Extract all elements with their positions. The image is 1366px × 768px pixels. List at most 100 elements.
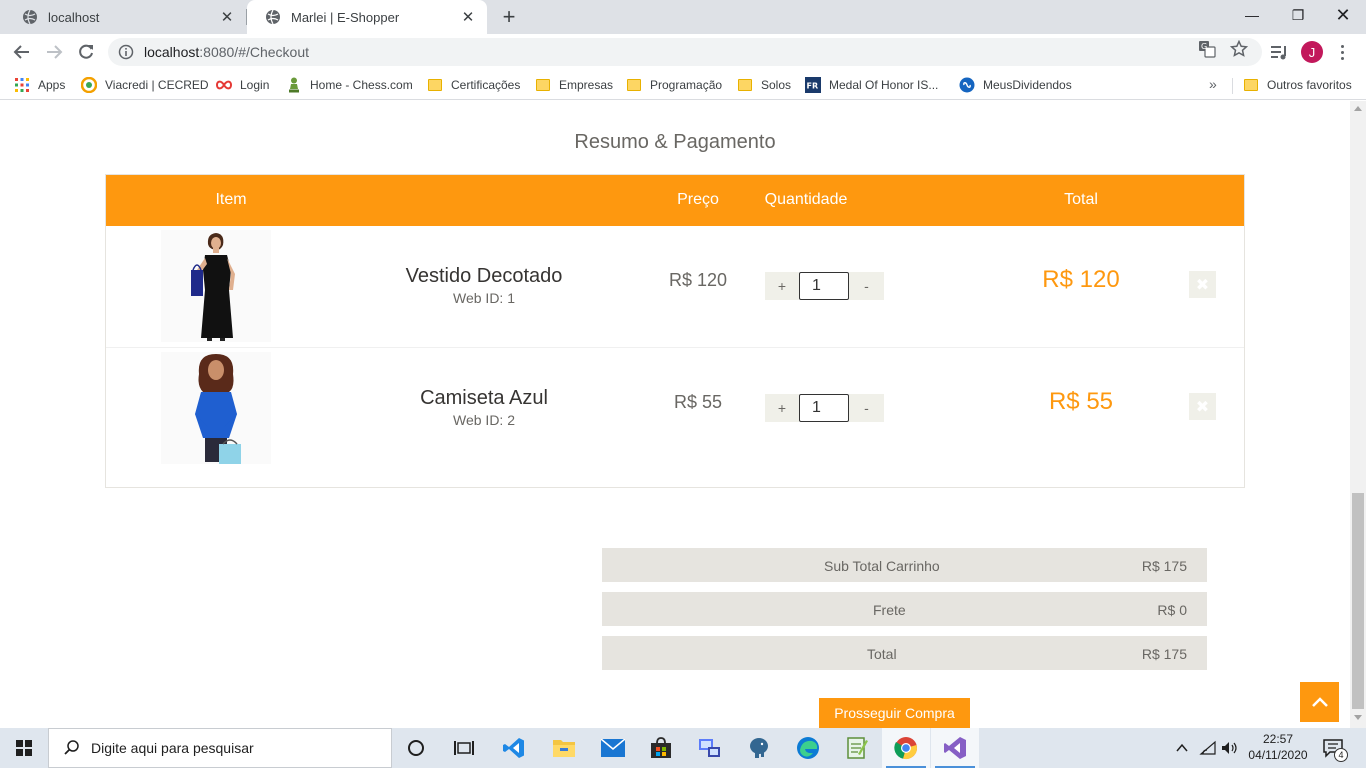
table-row: Vestido Decotado Web ID: 1 R$ 120 + 1 - …: [106, 226, 1244, 347]
reload-icon: [79, 44, 93, 59]
delete-item-button[interactable]: ✖: [1189, 271, 1216, 298]
bookmark-folder-empresas[interactable]: Empresas: [535, 75, 613, 95]
taskbar-app-postgresql[interactable]: [735, 728, 783, 768]
media-control-icon[interactable]: [1270, 43, 1288, 61]
system-clock[interactable]: 22:57 04/11/2020: [1240, 731, 1316, 763]
bookmark-login[interactable]: Login: [216, 75, 269, 95]
taskbar-app-file-explorer[interactable]: [540, 728, 588, 768]
tab-close-icon[interactable]: ✕: [459, 8, 477, 26]
chevron-up-icon[interactable]: [1174, 740, 1190, 756]
page-scrollbar[interactable]: [1350, 101, 1366, 728]
summary-label: Total: [867, 646, 897, 662]
bookmark-folder-certificacoes[interactable]: Certificações: [427, 75, 520, 95]
summary-label: Frete: [873, 602, 906, 618]
bookmark-folder-programacao[interactable]: Programação: [626, 75, 722, 95]
product-image-blue-shirt[interactable]: [161, 352, 271, 464]
apps-grid-icon: [14, 77, 30, 93]
taskbar-app-visual-studio[interactable]: [931, 728, 979, 768]
summary-value: R$ 175: [1141, 558, 1187, 574]
taskbar-app-mail[interactable]: [589, 728, 637, 768]
column-header-price: Preço: [677, 191, 719, 208]
scroll-thumb[interactable]: [1352, 493, 1364, 709]
cortana-button[interactable]: [392, 728, 440, 768]
delete-item-button[interactable]: ✖: [1189, 393, 1216, 420]
table-row: Camiseta Azul Web ID: 2 R$ 55 + 1 - R$ 5…: [106, 347, 1244, 468]
scroll-to-top-button[interactable]: [1300, 682, 1339, 722]
viacredi-icon: [81, 77, 97, 93]
taskbar-app-chrome[interactable]: [882, 728, 930, 768]
scroll-up-arrow-icon[interactable]: [1354, 106, 1362, 111]
forward-button[interactable]: [40, 38, 68, 66]
address-bar[interactable]: localhost:8080/#/Checkout: [108, 38, 1262, 66]
bookmark-other-favorites[interactable]: Outros favoritos: [1243, 75, 1352, 95]
proceed-checkout-button[interactable]: Prosseguir Compra: [819, 698, 970, 728]
tab-localhost[interactable]: localhost ✕: [4, 0, 247, 34]
taskbar-app-edge[interactable]: [784, 728, 832, 768]
quantity-input[interactable]: 1: [799, 272, 849, 300]
bookmark-meusdividendos[interactable]: MeusDividendos: [959, 75, 1072, 95]
bookmark-chess[interactable]: Home - Chess.com: [286, 75, 413, 95]
taskbar-app-vscode[interactable]: [490, 728, 538, 768]
bookmark-star-icon[interactable]: [1230, 40, 1248, 58]
chrome-icon: [894, 737, 917, 759]
taskbar-search-input[interactable]: Digite aqui para pesquisar: [48, 728, 392, 768]
fr-icon: FR: [805, 77, 821, 93]
bookmark-label: Viacredi | CECRED: [105, 78, 209, 92]
info-icon[interactable]: [118, 44, 134, 60]
quantity-increase-button[interactable]: +: [765, 394, 799, 422]
bookmark-medal-of-honor[interactable]: FR Medal Of Honor IS...: [805, 75, 938, 95]
tab-close-icon[interactable]: ✕: [218, 8, 236, 26]
folder-icon: [535, 77, 551, 93]
tab-eshopper[interactable]: Marlei | E-Shopper ✕: [247, 0, 487, 34]
summary-shipping-row: Frete R$ 0: [602, 592, 1207, 626]
bookmark-viacredi[interactable]: Viacredi | CECRED: [81, 75, 209, 95]
product-name[interactable]: Vestido Decotado: [406, 265, 563, 288]
task-view-icon: [454, 741, 474, 755]
column-header-item: Item: [215, 191, 247, 208]
more-bookmarks-button[interactable]: »: [1209, 76, 1217, 92]
quantity-increase-button[interactable]: +: [765, 272, 799, 300]
product-image-dress[interactable]: [161, 230, 271, 342]
task-view-button[interactable]: [440, 728, 488, 768]
scroll-down-arrow-icon[interactable]: [1354, 715, 1362, 720]
bookmark-label: Solos: [761, 78, 792, 92]
close-window-button[interactable]: ✕: [1320, 0, 1366, 30]
search-icon: [64, 740, 79, 755]
infinity-icon: [216, 77, 232, 93]
folder-icon: [553, 740, 575, 757]
taskbar-app-notepad-plus[interactable]: [833, 728, 881, 768]
bookmark-label: Login: [240, 78, 270, 92]
new-tab-button[interactable]: +: [498, 6, 520, 29]
translate-icon[interactable]: G: [1198, 40, 1216, 58]
product-name[interactable]: Camiseta Azul: [420, 387, 548, 410]
summary-total-row: Total R$ 175: [602, 636, 1207, 670]
line-total: R$ 55: [1048, 388, 1114, 415]
start-button[interactable]: [0, 728, 48, 768]
url-text: localhost:8080/#/Checkout: [144, 44, 309, 60]
taskbar-app-network[interactable]: [686, 728, 734, 768]
arrow-left-icon: [13, 45, 29, 59]
minimize-button[interactable]: —: [1229, 0, 1275, 30]
reload-button[interactable]: [72, 38, 100, 66]
volume-icon[interactable]: [1221, 740, 1239, 756]
edge-icon: [797, 737, 819, 759]
quantity-input[interactable]: 1: [799, 394, 849, 422]
taskbar-app-store[interactable]: [637, 728, 685, 768]
product-price: R$ 55: [673, 392, 723, 412]
search-placeholder: Digite aqui para pesquisar: [91, 740, 254, 756]
quantity-decrease-button[interactable]: -: [849, 272, 884, 300]
product-web-id: Web ID: 2: [453, 412, 515, 428]
back-button[interactable]: [8, 38, 36, 66]
globe-icon: [266, 9, 280, 25]
wifi-icon[interactable]: [1199, 740, 1217, 756]
bookmark-folder-solos[interactable]: Solos: [737, 75, 791, 95]
bookmark-apps[interactable]: Apps: [14, 75, 65, 95]
svg-text:G: G: [1201, 42, 1207, 51]
maximize-button[interactable]: ❐: [1275, 0, 1321, 30]
chevron-up-icon: [1311, 697, 1328, 707]
profile-avatar[interactable]: J: [1301, 41, 1323, 63]
more-menu-icon[interactable]: [1336, 40, 1348, 64]
product-web-id: Web ID: 1: [453, 290, 515, 306]
url-path: :8080/#/Checkout: [199, 44, 310, 60]
quantity-decrease-button[interactable]: -: [849, 394, 884, 422]
